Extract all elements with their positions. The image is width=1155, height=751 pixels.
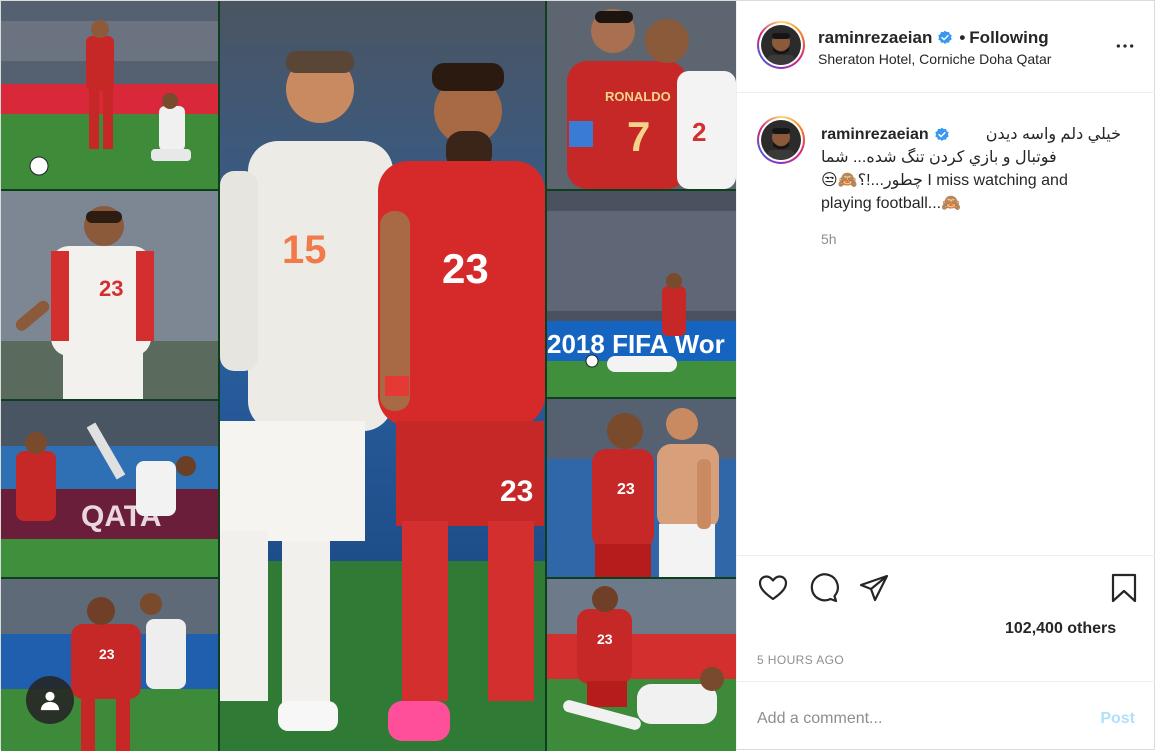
more-options-icon[interactable]: [1115, 39, 1135, 53]
svg-text:23: 23: [99, 646, 115, 662]
world-cup-banner-text: 2018 FIFA Wor: [547, 329, 725, 359]
svg-text:23: 23: [500, 475, 533, 508]
heart-icon[interactable]: [757, 572, 789, 604]
caption-line-1: خيلي دلم واسه ديدن: [985, 126, 1121, 143]
bookmark-icon[interactable]: [1108, 572, 1140, 604]
collage-photo-7: 2018 FIFA Wor: [547, 191, 736, 397]
collage-photo-2: 23: [1, 191, 218, 399]
ronaldo-shirt-number: 7: [627, 113, 650, 160]
author-username-link[interactable]: raminrezaeian: [818, 28, 932, 48]
post-caption: raminrezaeian خيلي دلم واسه ديدن فوتبال …: [821, 123, 1121, 215]
post-image-collage[interactable]: 23 QATA 23 15 23 23 RONALDO 7 2 2018 FIF…: [1, 1, 736, 751]
caption-line-4: playing football...🙈: [821, 195, 961, 212]
collage-photo-1: [1, 1, 218, 189]
collage-photo-main: 15 23 23: [220, 1, 545, 751]
svg-text:23: 23: [617, 481, 635, 498]
instagram-post-modal: 23 QATA 23 15 23 23 RONALDO 7 2 2018 FIF…: [0, 0, 1155, 751]
comment-icon[interactable]: [807, 572, 839, 604]
author-avatar[interactable]: [757, 21, 805, 69]
header-separator: •: [959, 28, 966, 47]
collage-photo-9: 23: [547, 579, 736, 751]
iran-shirt-number: 23: [442, 245, 489, 292]
caption-timestamp[interactable]: 5h: [821, 231, 837, 247]
tagged-users-button[interactable]: [26, 676, 74, 724]
collage-photo-3: QATA: [1, 401, 218, 577]
verified-badge-icon: [934, 127, 949, 141]
caption-line-3: 😒🙈چطور...!؟ I miss watching and: [821, 172, 1068, 189]
comment-bar: Post: [737, 681, 1155, 751]
likes-count[interactable]: 102,400 others: [1005, 620, 1116, 638]
post-details-panel: raminrezaeian • Following Sheraton Hotel…: [736, 1, 1155, 751]
following-button[interactable]: Following: [969, 28, 1048, 48]
caption-author-avatar[interactable]: [757, 116, 805, 164]
collage-photo-4: 23: [1, 579, 218, 751]
collage-photo-8: 23: [547, 399, 736, 577]
svg-text:23: 23: [597, 631, 613, 647]
comment-input[interactable]: [757, 704, 1077, 734]
location-link[interactable]: Sheraton Hotel, Corniche Doha Qatar: [818, 51, 1051, 67]
caption-line-2: فوتبال و بازي كردن تنگ شده... شما: [821, 149, 1057, 166]
caption-username-link[interactable]: raminrezaeian: [821, 123, 929, 146]
paper-plane-icon[interactable]: [858, 572, 890, 604]
spain-shirt-number: 15: [282, 228, 327, 272]
svg-text:23: 23: [99, 276, 123, 301]
user-tag-icon: [40, 691, 60, 711]
ronaldo-shirt-name: RONALDO: [605, 89, 671, 104]
post-comment-button[interactable]: Post: [1100, 710, 1135, 728]
post-timestamp[interactable]: 5 HOURS AGO: [757, 653, 844, 667]
collage-photo-6: RONALDO 7 2: [547, 1, 736, 189]
verified-badge-icon: [938, 30, 953, 44]
caption-section: raminrezaeian خيلي دلم واسه ديدن فوتبال …: [737, 93, 1155, 553]
post-header: raminrezaeian • Following Sheraton Hotel…: [737, 1, 1155, 93]
action-bar: 102,400 others 5 HOURS AGO: [737, 555, 1155, 667]
svg-text:2: 2: [692, 117, 706, 147]
